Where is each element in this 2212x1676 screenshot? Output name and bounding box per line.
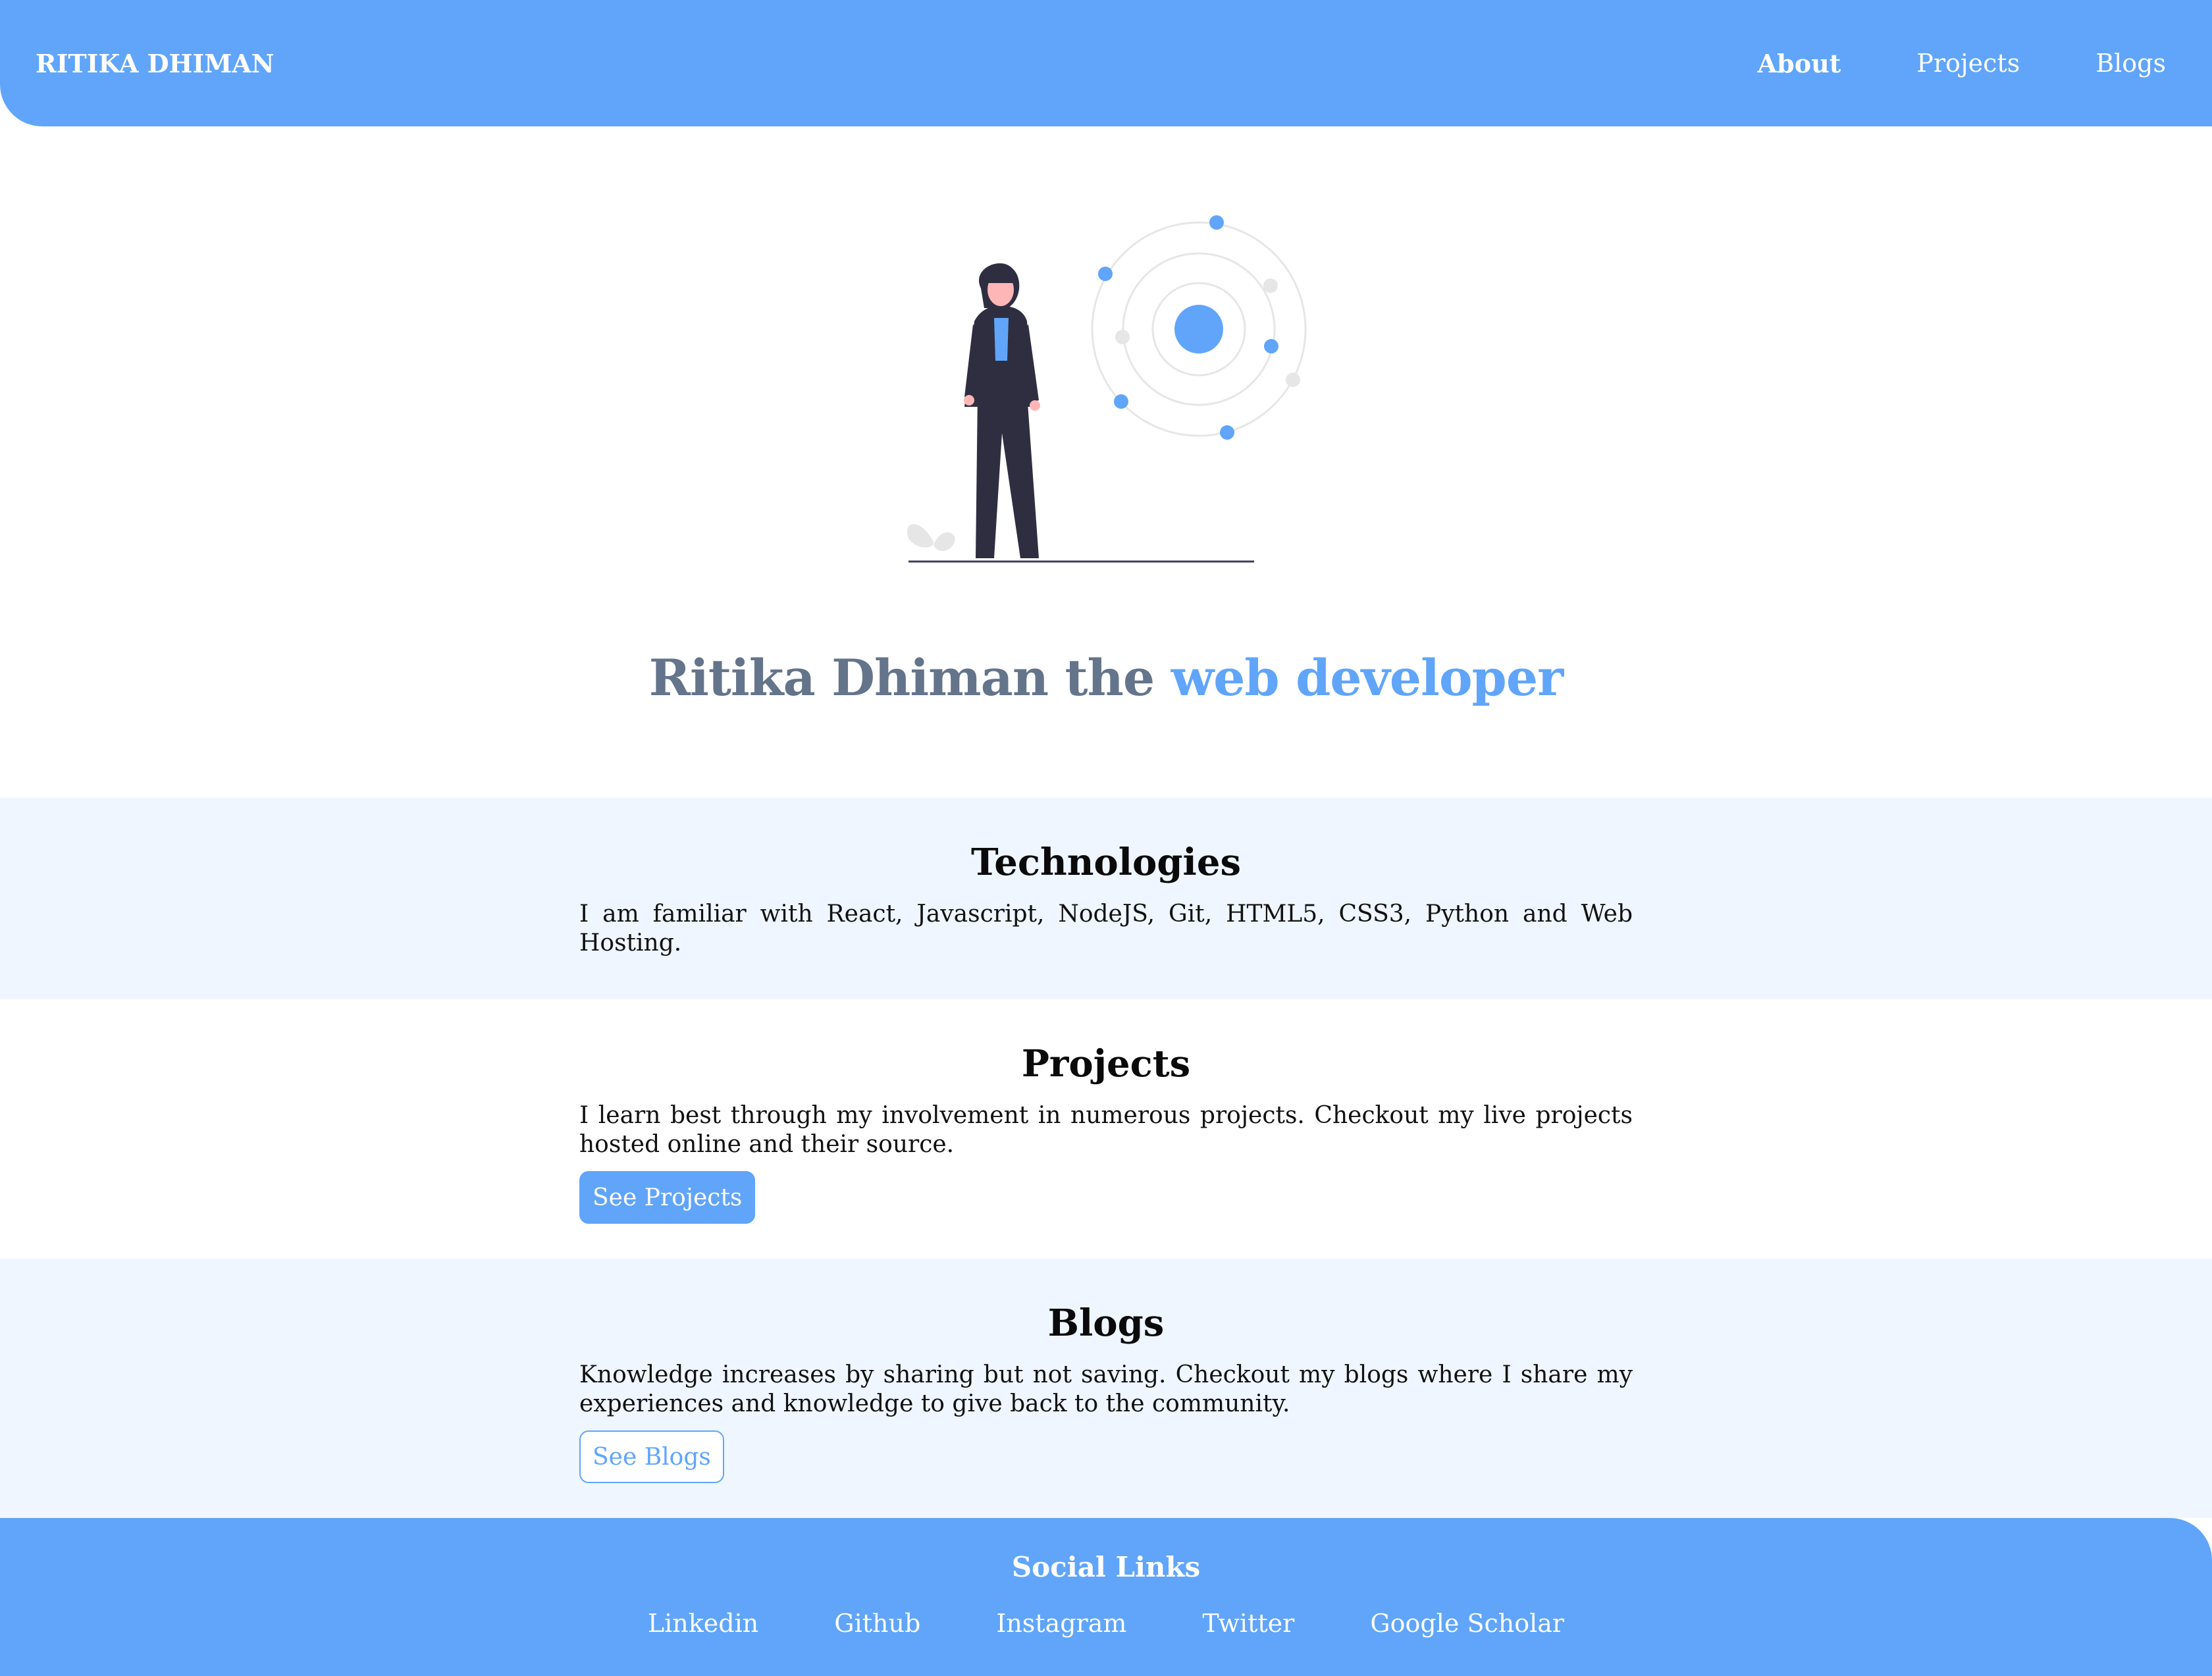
top-navbar: RITIKA DHIMAN About Projects Blogs: [0, 0, 2212, 126]
see-projects-button[interactable]: See Projects: [579, 1171, 756, 1224]
social-link-twitter[interactable]: Twitter: [1202, 1609, 1294, 1638]
hero-title-main: Ritika Dhiman the: [648, 648, 1171, 707]
blogs-text: Knowledge increases by sharing but not s…: [579, 1361, 1633, 1417]
social-link-github[interactable]: Github: [834, 1609, 920, 1638]
social-link-google-scholar[interactable]: Google Scholar: [1370, 1609, 1564, 1638]
projects-text: I learn best through my involvement in n…: [579, 1102, 1633, 1158]
social-links: Linkedin Github Instagram Twitter Google…: [0, 1609, 2212, 1638]
projects-heading: Projects: [1021, 1042, 1191, 1086]
nav-link-blogs[interactable]: Blogs: [2095, 49, 2166, 78]
social-links-heading: Social Links: [1011, 1551, 1201, 1583]
nav-link-projects[interactable]: Projects: [1916, 49, 2020, 78]
nav-link-about[interactable]: About: [1758, 49, 1841, 78]
brand-logo-link[interactable]: RITIKA DHIMAN: [36, 49, 275, 78]
technologies-text: I am familiar with React, Javascript, No…: [579, 901, 1633, 956]
blogs-section: Blogs Knowledge increases by sharing but…: [0, 1259, 2212, 1518]
technologies-heading: Technologies: [971, 841, 1241, 884]
hero-title-accent: web developer: [1171, 648, 1564, 707]
nav-links: About Projects Blogs: [1758, 49, 2166, 78]
technologies-section: Technologies I am familiar with React, J…: [0, 798, 2212, 999]
see-blogs-button[interactable]: See Blogs: [579, 1430, 724, 1483]
projects-section: Projects I learn best through my involve…: [0, 999, 2212, 1259]
social-link-instagram[interactable]: Instagram: [996, 1609, 1126, 1638]
blogs-heading: Blogs: [1047, 1301, 1165, 1345]
woman-with-orbit-illustration: [907, 215, 1307, 563]
footer: Social Links Linkedin Github Instagram T…: [0, 1518, 2212, 1676]
social-link-linkedin[interactable]: Linkedin: [648, 1609, 758, 1638]
hero-title: Ritika Dhiman the web developer: [0, 648, 2212, 707]
